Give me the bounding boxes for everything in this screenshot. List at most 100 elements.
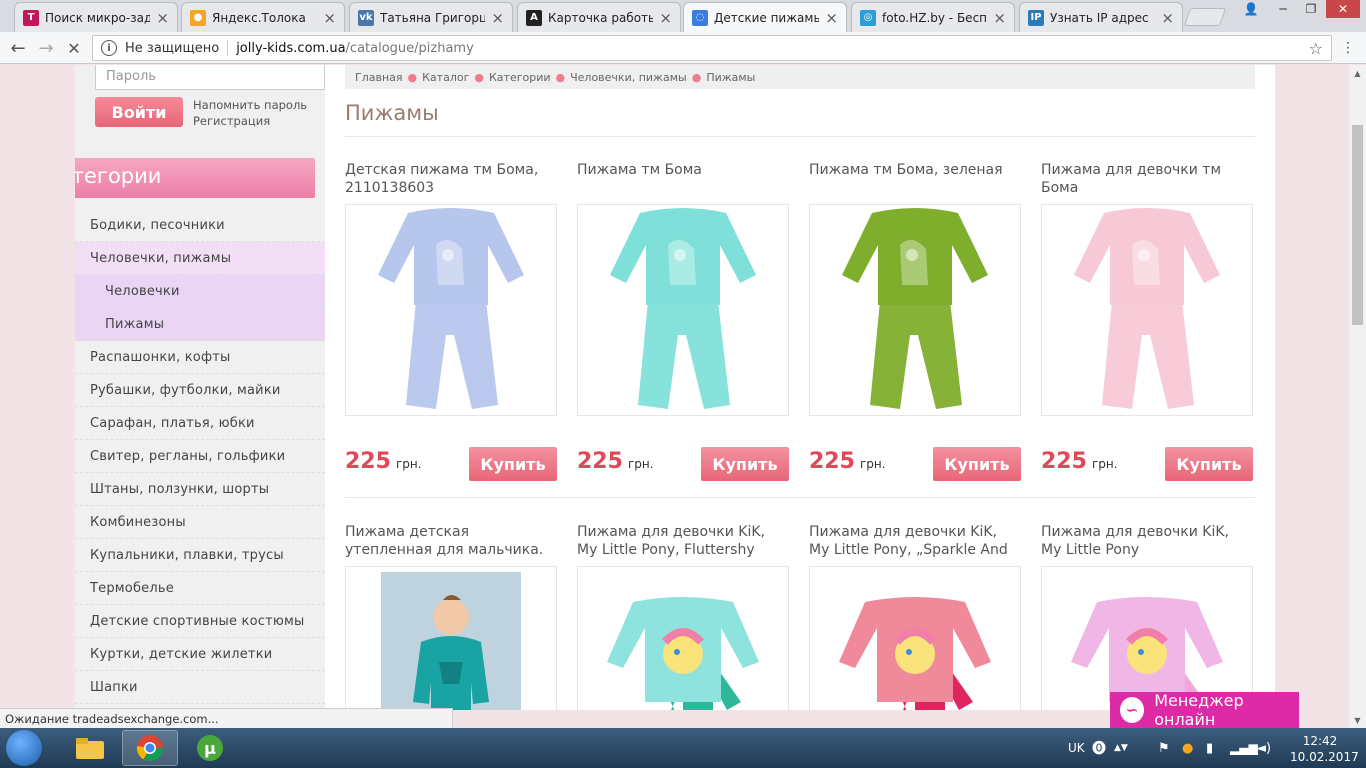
- sidebar-category-item[interactable]: Комбинезоны: [75, 506, 325, 539]
- password-field[interactable]: Пароль: [95, 65, 325, 90]
- product-name-link[interactable]: Пижама тм Бома, зеленая: [809, 161, 1021, 197]
- taskbar-clock[interactable]: 12:42 10.02.2017: [1290, 733, 1359, 765]
- product-image-link[interactable]: [1041, 566, 1253, 710]
- product-name-link[interactable]: Пижама для девочки KiK, My Little Pony, …: [809, 523, 1021, 559]
- page-scrollbar[interactable]: ▲ ▼: [1349, 65, 1366, 728]
- tab-favicon-icon: ●: [190, 9, 206, 26]
- close-window-button[interactable]: ✕: [1326, 0, 1360, 18]
- explorer-app-icon[interactable]: [62, 730, 118, 766]
- url-field[interactable]: i Не защищено jolly-kids.com.ua/catalogu…: [92, 35, 1332, 61]
- breadcrumb: Главная ● Каталог ● Категории ● Человечки, пиж…: [345, 65, 1255, 89]
- product-name-link[interactable]: Пижама детская утепленная для мальчика. …: [345, 523, 557, 559]
- forgot-password-link[interactable]: Напомнить пароль: [193, 98, 307, 112]
- browser-tab[interactable]: ◎ foto.HZ.by - Беспла ×: [851, 2, 1015, 32]
- scrollbar-thumb[interactable]: [1352, 125, 1363, 325]
- sidebar-category-item[interactable]: Рубашки, футболки, майки: [75, 374, 325, 407]
- sidebar-category-item[interactable]: Распашонки, кофты: [75, 341, 325, 374]
- sidebar-category-item[interactable]: Детские спортивные костюмы: [75, 605, 325, 638]
- volume-icon[interactable]: ◄): [1256, 728, 1271, 768]
- register-link[interactable]: Регистрация: [193, 114, 270, 128]
- language-indicator[interactable]: UK: [1068, 728, 1085, 768]
- tab-favicon-icon: vk: [358, 9, 374, 26]
- product-image-link[interactable]: [809, 204, 1021, 416]
- sidebar-category-item[interactable]: Пижамы: [75, 308, 325, 341]
- chrome-app-icon[interactable]: [122, 730, 178, 766]
- info-icon[interactable]: i: [101, 40, 117, 56]
- start-button[interactable]: [6, 730, 42, 766]
- browser-tab[interactable]: IP Узнать IP адрес ×: [1019, 2, 1183, 32]
- menu-icon[interactable]: ⋮: [1336, 36, 1360, 60]
- breadcrumb-link[interactable]: Категории: [489, 71, 551, 84]
- product-photo: [607, 597, 759, 710]
- sidebar-category-item[interactable]: Бодики, песочники: [75, 209, 325, 242]
- tab-close-icon[interactable]: ×: [993, 9, 1006, 27]
- bookmark-star-icon[interactable]: ☆: [1309, 39, 1323, 58]
- buy-button[interactable]: Купить: [701, 447, 789, 481]
- login-button[interactable]: Войти: [95, 97, 183, 127]
- restore-button[interactable]: ❐: [1298, 0, 1324, 18]
- tab-close-icon[interactable]: ×: [659, 9, 672, 27]
- back-arrow-icon[interactable]: ←: [6, 36, 30, 60]
- product-image-link[interactable]: [345, 566, 557, 710]
- flag-icon[interactable]: ⚑: [1158, 728, 1170, 768]
- buy-button[interactable]: Купить: [469, 447, 557, 481]
- product-name-link[interactable]: Пижама для девочки KiK, My Little Pony: [1041, 523, 1253, 559]
- product-photo: [610, 208, 756, 409]
- new-tab-button[interactable]: [1183, 8, 1227, 26]
- product-name-link[interactable]: Пижама тм Бома: [577, 161, 789, 197]
- sidebar-category-item[interactable]: Куртки, детские жилетки: [75, 638, 325, 671]
- scroll-down-arrow-icon[interactable]: ▼: [1349, 712, 1366, 728]
- product-name-link[interactable]: Детская пижама тм Бома, 2110138603: [345, 161, 557, 197]
- product-image-link[interactable]: [1041, 204, 1253, 416]
- tray-app-icon[interactable]: ●: [1182, 728, 1193, 768]
- tab-close-icon[interactable]: ×: [825, 9, 838, 27]
- browser-tab[interactable]: ◌ Детские пижамы — ×: [683, 2, 847, 32]
- sidebar-category-item[interactable]: Свитер, регланы, гольфики: [75, 440, 325, 473]
- sidebar-category-item[interactable]: Шапки: [75, 671, 325, 704]
- product-image-link[interactable]: [577, 566, 789, 710]
- tab-close-icon[interactable]: ×: [491, 9, 504, 27]
- product-name-link[interactable]: Пижама для девочки тм Бома: [1041, 161, 1253, 197]
- price-value: 225: [809, 449, 855, 474]
- sidebar-category-item[interactable]: Термобелье: [75, 572, 325, 605]
- sidebar-category-item[interactable]: Человечки, пижамы: [75, 242, 325, 275]
- browser-tab[interactable]: vk Татьяна Григорцевич ×: [349, 2, 513, 32]
- buy-button[interactable]: Купить: [933, 447, 1021, 481]
- breadcrumb-link[interactable]: Каталог: [422, 71, 469, 84]
- browser-tab[interactable]: A Карточка работы # ×: [517, 2, 681, 32]
- minimize-button[interactable]: ─: [1270, 0, 1296, 18]
- sidebar-category-item[interactable]: Штаны, ползунки, шорты: [75, 473, 325, 506]
- tab-close-icon[interactable]: ×: [156, 9, 169, 27]
- product-image-link[interactable]: [577, 204, 789, 416]
- product-name-link[interactable]: Пижама для девочки KiK, My Little Pony, …: [577, 523, 789, 559]
- product-price: 225 грн.: [577, 449, 654, 474]
- tab-favicon-icon: ◌: [692, 9, 708, 26]
- breadcrumb-link[interactable]: Человечки, пижамы: [570, 71, 687, 84]
- folder-icon: [76, 738, 104, 759]
- signal-icon[interactable]: ▂▄▆: [1230, 728, 1258, 768]
- power-icon[interactable]: ▮: [1206, 728, 1213, 768]
- breadcrumb-link[interactable]: Главная: [355, 71, 403, 84]
- tab-close-icon[interactable]: ×: [1161, 9, 1174, 27]
- tray-expand-icon[interactable]: ▲▼: [1114, 728, 1128, 768]
- sidebar-category-item[interactable]: Сарафан, платья, юбки: [75, 407, 325, 440]
- forward-arrow-icon[interactable]: →: [34, 36, 58, 60]
- browser-tab[interactable]: T Поиск микро-задач ×: [14, 2, 178, 32]
- product-image-link[interactable]: [809, 566, 1021, 710]
- product-price: 225 грн.: [345, 449, 422, 474]
- stop-loading-icon[interactable]: ✕: [62, 36, 86, 60]
- online-manager-chat-button[interactable]: ∽ Менеджер онлайн: [1110, 691, 1299, 729]
- tab-favicon-icon: ◎: [860, 9, 876, 26]
- browser-tab[interactable]: ● Яндекс.Толока ×: [181, 2, 345, 32]
- profile-icon[interactable]: 👤: [1240, 0, 1262, 18]
- tab-close-icon[interactable]: ×: [323, 9, 336, 27]
- sidebar-category-item[interactable]: Человечки: [75, 275, 325, 308]
- buy-button[interactable]: Купить: [1165, 447, 1253, 481]
- sidebar-category-item[interactable]: Купальники, плавки, трусы: [75, 539, 325, 572]
- product-image-link[interactable]: [345, 204, 557, 416]
- product-photo: [381, 572, 521, 710]
- utorrent-app-icon[interactable]: µ: [182, 730, 238, 766]
- scroll-up-arrow-icon[interactable]: ▲: [1349, 65, 1366, 81]
- help-icon[interactable]: ⓿: [1092, 728, 1106, 768]
- product-photo: [378, 208, 524, 409]
